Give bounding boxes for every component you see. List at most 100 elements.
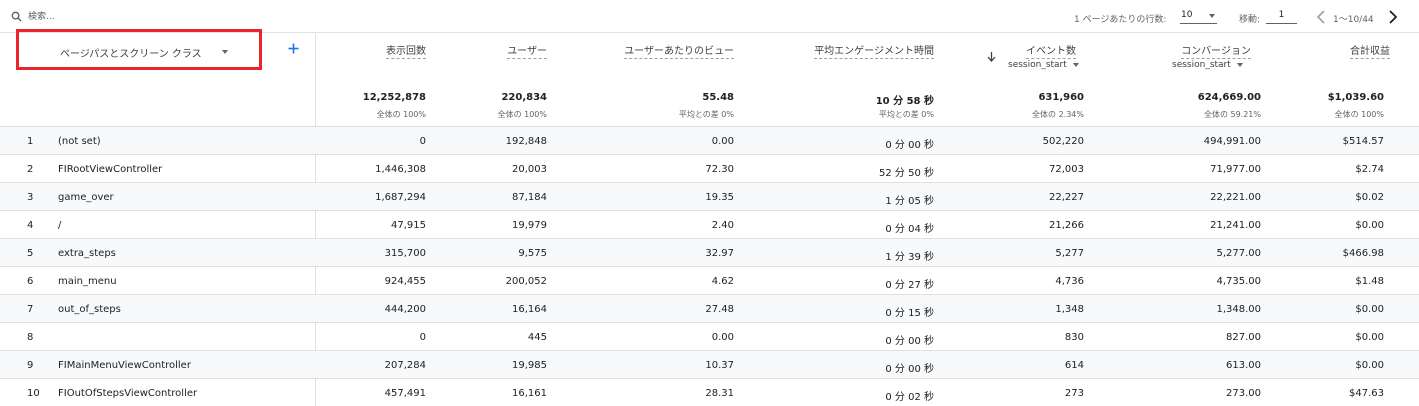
event-name-filter[interactable]: session_start: [1008, 60, 1079, 70]
cell-views-per-user: 32.97: [705, 248, 734, 259]
cell-views-per-user: 0.00: [711, 332, 734, 343]
cell-views: 0: [419, 136, 426, 147]
cell-views-per-user: 0.00: [711, 136, 734, 147]
cell-avg-engagement: 0 分 15 秒: [885, 308, 934, 319]
row-index: 4: [27, 220, 34, 231]
cell-avg-engagement: 1 分 05 秒: [885, 196, 934, 207]
row-index: 2: [27, 164, 34, 175]
cell-avg-engagement: 0 分 00 秒: [885, 140, 934, 151]
dimension-header[interactable]: ページパスとスクリーン クラス: [16, 29, 262, 70]
table-row[interactable]: 8 0 445 0.00 0 分 00 秒 830 827.00 $0.00: [0, 323, 1419, 351]
cell-conversions: 1,348.00: [1216, 304, 1261, 315]
row-index: 8: [27, 332, 34, 343]
cell-conversions: 21,241.00: [1210, 220, 1261, 231]
total-share: 全体の 100%: [497, 110, 547, 119]
row-index: 9: [27, 360, 34, 371]
cell-users: 9,575: [518, 248, 547, 259]
metric-header-event-count[interactable]: イベント数: [1026, 42, 1076, 59]
cell-views: 924,455: [384, 276, 426, 287]
total-value: 631,960: [1038, 92, 1084, 103]
cell-views: 1,687,294: [375, 192, 426, 203]
table-row[interactable]: 6 main_menu 924,455 200,052 4.62 0 分 27 秒 4,73…: [0, 267, 1419, 295]
total-value: 220,834: [501, 92, 547, 103]
cell-users: 19,985: [512, 360, 547, 371]
cell-total-revenue: $0.02: [1355, 192, 1384, 203]
metric-header-users[interactable]: ユーザー: [507, 42, 547, 59]
cell-event-count: 1,348: [1055, 304, 1084, 315]
search-icon: [11, 11, 22, 22]
cell-conversions: 5,277.00: [1216, 248, 1261, 259]
cell-total-revenue: $0.00: [1355, 304, 1384, 315]
cell-event-count: 72,003: [1049, 164, 1084, 175]
row-index: 7: [27, 304, 34, 315]
cell-avg-engagement: 1 分 39 秒: [885, 252, 934, 263]
metric-header-conversions[interactable]: コンバージョン: [1181, 42, 1251, 59]
cell-views-per-user: 2.40: [711, 220, 734, 231]
cell-users: 445: [527, 332, 547, 343]
table-row[interactable]: 5 extra_steps 315,700 9,575 32.97 1 分 39 秒 5,2…: [0, 239, 1419, 267]
rows-per-page-select[interactable]: 10: [1180, 7, 1217, 24]
chevron-left-icon[interactable]: [1314, 8, 1328, 26]
table-row[interactable]: 10 FIOutOfStepsViewController 457,491 16,16…: [0, 379, 1419, 406]
cell-users: 87,184: [512, 192, 547, 203]
cell-views-per-user: 72.30: [705, 164, 734, 175]
row-dimension-value: FIRootViewController: [58, 164, 163, 175]
metric-header-avg-engagement[interactable]: 平均エンゲージメント時間: [814, 42, 934, 59]
cell-event-count: 22,227: [1049, 192, 1084, 203]
cell-views-per-user: 4.62: [711, 276, 734, 287]
metric-header-label: 平均エンゲージメント時間: [814, 46, 934, 59]
table-row[interactable]: 1 (not set) 0 192,848 0.00 0 分 00 秒 502,220 494…: [0, 127, 1419, 155]
cell-avg-engagement: 0 分 04 秒: [885, 224, 934, 235]
total-value: 10 分 58 秒: [875, 96, 934, 107]
table-row[interactable]: 9 FIMainMenuViewController 207,284 19,985 10…: [0, 351, 1419, 379]
goto-label: 移動:: [1239, 15, 1261, 25]
goto-page-input[interactable]: [1266, 7, 1297, 24]
search-input[interactable]: [28, 8, 328, 26]
total-value: 12,252,878: [362, 92, 426, 103]
cell-avg-engagement: 0 分 00 秒: [885, 364, 934, 375]
cell-event-count: 4,736: [1055, 276, 1084, 287]
chevron-right-icon[interactable]: [1386, 8, 1400, 26]
cell-views: 207,284: [384, 360, 426, 371]
metric-header-label: コンバージョン: [1181, 46, 1251, 59]
plus-icon[interactable]: [287, 42, 300, 55]
cell-views-per-user: 27.48: [705, 304, 734, 315]
row-index: 3: [27, 192, 34, 203]
cell-users: 200,052: [505, 276, 547, 287]
row-dimension-value: FIMainMenuViewController: [58, 360, 191, 371]
cell-conversions: 4,735.00: [1216, 276, 1261, 287]
metric-header-views-per-user[interactable]: ユーザーあたりのビュー: [624, 42, 734, 59]
arrow-down-icon[interactable]: [987, 52, 996, 62]
total-value: $1,039.60: [1327, 92, 1384, 103]
cell-total-revenue: $466.98: [1342, 248, 1384, 259]
cell-avg-engagement: 0 分 00 秒: [885, 336, 934, 347]
event-name-filter-value: session_start: [1008, 60, 1067, 70]
cell-conversions: 273.00: [1226, 388, 1261, 399]
metric-header-label: ユーザーあたりのビュー: [624, 46, 734, 59]
row-index: 10: [27, 388, 40, 399]
cell-total-revenue: $2.74: [1355, 164, 1384, 175]
table-row[interactable]: 7 out_of_steps 444,200 16,164 27.48 0 分 15 秒 1…: [0, 295, 1419, 323]
metric-header-total-revenue[interactable]: 合計収益: [1350, 42, 1390, 59]
metric-header-label: 表示回数: [386, 46, 426, 59]
table-row[interactable]: 3 game_over 1,687,294 87,184 19.35 1 分 05 秒 22…: [0, 183, 1419, 211]
conversion-event-filter[interactable]: session_start: [1172, 60, 1243, 70]
table-row[interactable]: 2 FIRootViewController 1,446,308 20,003 72.3…: [0, 155, 1419, 183]
caret-down-icon: [1209, 14, 1215, 18]
row-dimension-value: game_over: [58, 192, 114, 203]
cell-conversions: 494,991.00: [1203, 136, 1261, 147]
cell-users: 16,161: [512, 388, 547, 399]
cell-total-revenue: $47.63: [1349, 388, 1384, 399]
cell-users: 16,164: [512, 304, 547, 315]
table-row[interactable]: 4 / 47,915 19,979 2.40 0 分 04 秒 21,266 21,241.0…: [0, 211, 1419, 239]
total-value: 55.48: [702, 92, 734, 103]
cell-total-revenue: $1.48: [1355, 276, 1384, 287]
row-dimension-value: main_menu: [58, 276, 117, 287]
metric-header-views[interactable]: 表示回数: [386, 42, 426, 59]
cell-views: 457,491: [384, 388, 426, 399]
cell-event-count: 5,277: [1055, 248, 1084, 259]
total-share: 全体の 59.21%: [1203, 110, 1261, 119]
row-dimension-value: (not set): [58, 136, 101, 147]
metric-header-label: イベント数: [1026, 46, 1076, 59]
caret-down-icon: [222, 50, 228, 54]
